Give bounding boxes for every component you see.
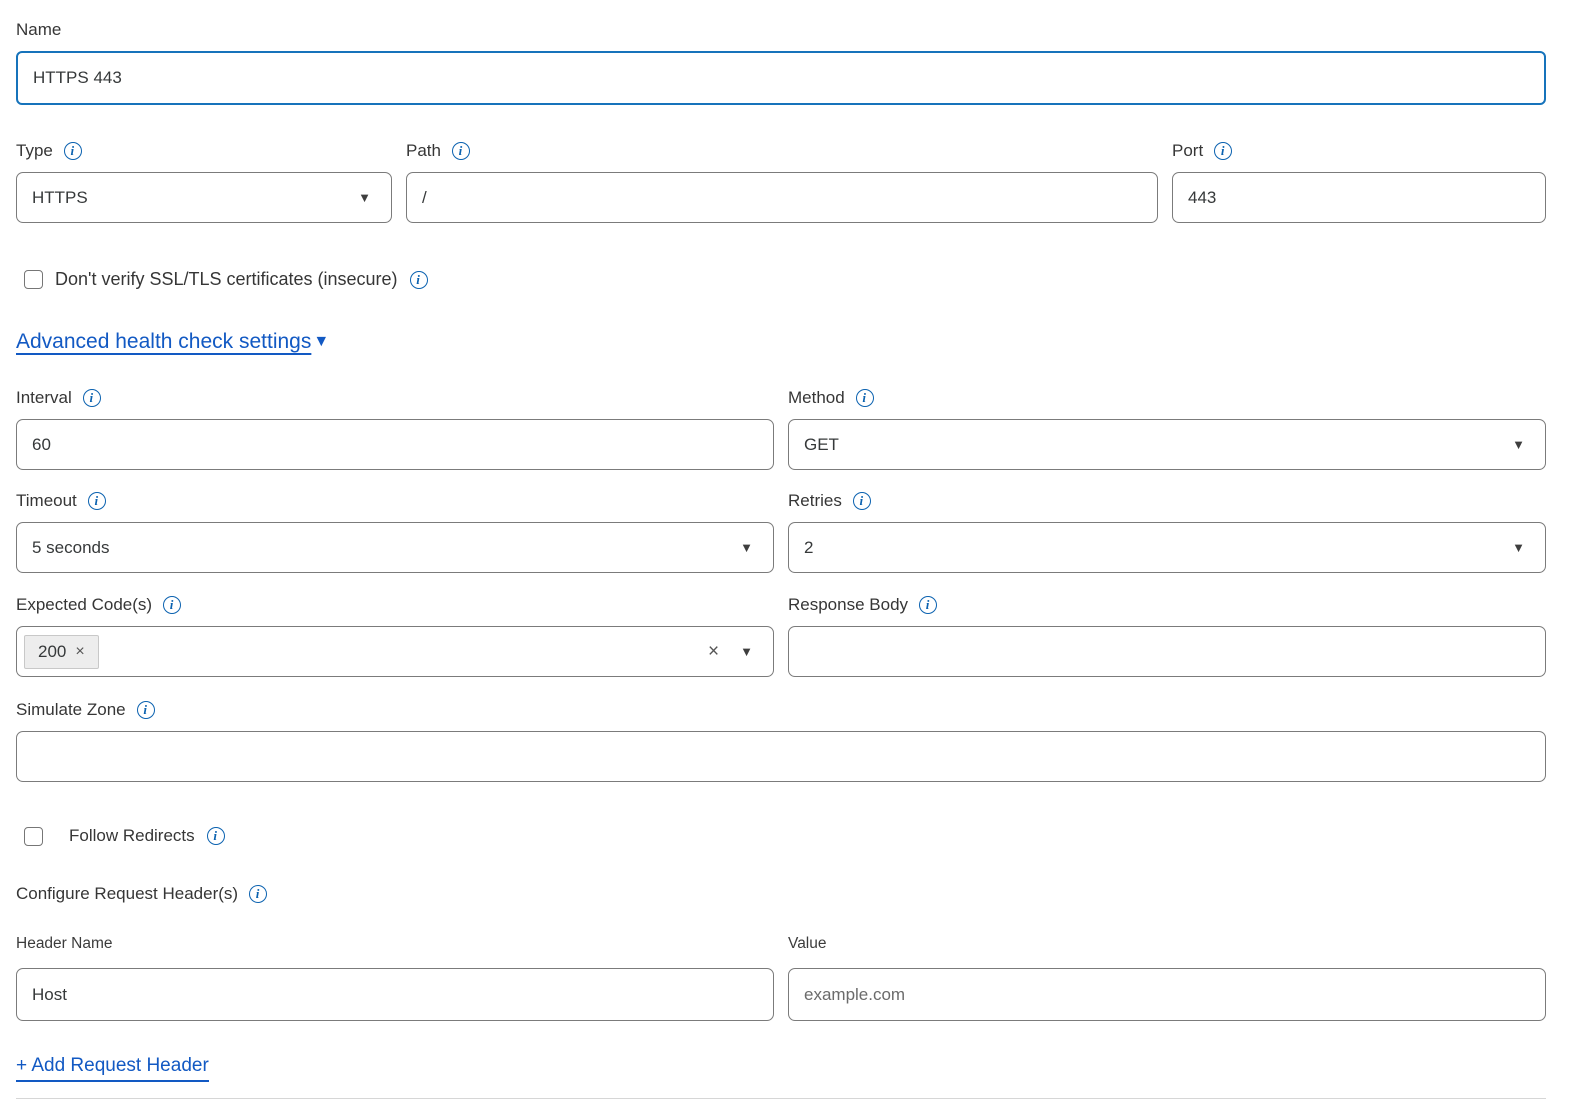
request-headers-section: Configure Request Header(s) i Header Nam… [16,882,1546,1082]
method-field: Method i GET ▼ [788,386,1546,470]
type-field: Type i HTTPS ▼ [16,139,392,223]
interval-info-icon[interactable]: i [83,389,101,407]
path-label: Path i [406,139,1158,163]
chevron-down-icon: ▼ [1512,541,1525,554]
request-headers-title: Configure Request Header(s) i [16,882,1546,906]
expected-codes-field: Expected Code(s) i 200 × × ▼ [16,593,774,677]
path-label-text: Path [406,139,441,163]
path-info-icon[interactable]: i [452,142,470,160]
chevron-down-icon: ▼ [740,645,753,658]
expected-codes-label: Expected Code(s) i [16,593,774,617]
response-body-label: Response Body i [788,593,1546,617]
name-input[interactable] [16,51,1546,105]
port-input[interactable] [1172,172,1546,223]
port-info-icon[interactable]: i [1214,142,1232,160]
method-info-icon[interactable]: i [856,389,874,407]
chevron-down-icon: ▼ [1512,438,1525,451]
timeout-label: Timeout i [16,489,774,513]
simulate-zone-info-icon[interactable]: i [137,701,155,719]
ssl-verify-row: Don't verify SSL/TLS certificates (insec… [24,269,1546,290]
expected-codes-info-icon[interactable]: i [163,596,181,614]
response-body-label-text: Response Body [788,593,908,617]
ssl-verify-checkbox[interactable] [24,270,43,289]
simulate-zone-label: Simulate Zone i [16,698,1546,722]
expected-codes-multiselect[interactable]: 200 × × ▼ [16,626,774,677]
code-tag-text: 200 [38,642,66,662]
method-select[interactable]: GET ▼ [788,419,1546,470]
interval-method-row: Interval i Method i GET ▼ [16,386,1546,470]
method-label-text: Method [788,386,845,410]
path-field: Path i [406,139,1158,223]
add-request-header-link[interactable]: + Add Request Header [16,1055,209,1082]
header-name-label: Header Name [16,933,774,955]
caret-down-icon: ▼ [313,333,329,351]
follow-redirects-checkbox[interactable] [24,827,43,846]
type-select[interactable]: HTTPS ▼ [16,172,392,223]
name-field: Name [16,18,1546,105]
add-request-header-link-text: + Add Request Header [16,1055,209,1082]
type-info-icon[interactable]: i [64,142,82,160]
simulate-zone-label-text: Simulate Zone [16,698,126,722]
tag-remove-icon[interactable]: × [75,643,84,661]
follow-redirects-row: Follow Redirects i [24,826,1546,846]
interval-label-text: Interval [16,386,72,410]
interval-label: Interval i [16,386,774,410]
retries-info-icon[interactable]: i [853,492,871,510]
follow-redirects-label-text: Follow Redirects [69,826,195,846]
follow-redirects-label: Follow Redirects i [69,826,225,846]
simulate-zone-field: Simulate Zone i [16,698,1546,782]
request-headers-info-icon[interactable]: i [249,885,267,903]
interval-field: Interval i [16,386,774,470]
clear-all-icon[interactable]: × [708,642,719,661]
advanced-settings-link-text: Advanced health check settings [16,330,311,354]
timeout-retries-row: Timeout i 5 seconds ▼ Retries i 2 ▼ [16,489,1546,573]
header-value-input[interactable] [788,968,1546,1021]
port-label-text: Port [1172,139,1203,163]
advanced-settings-link[interactable]: Advanced health check settings ▼ [16,330,329,354]
retries-select-value: 2 [804,538,1512,558]
retries-label-text: Retries [788,489,842,513]
chevron-down-icon: ▼ [358,191,371,204]
header-row: Header Name Value [16,933,1546,1021]
section-divider [16,1098,1546,1099]
method-select-value: GET [804,435,1512,455]
header-value-label: Value [788,933,1546,955]
header-name-field: Header Name [16,933,774,1021]
type-path-port-row: Type i HTTPS ▼ Path i Port i [16,139,1546,223]
request-headers-title-text: Configure Request Header(s) [16,882,238,906]
ssl-verify-label-text: Don't verify SSL/TLS certificates (insec… [55,269,398,290]
interval-input[interactable] [16,419,774,470]
type-label-text: Type [16,139,53,163]
method-label: Method i [788,386,1546,410]
timeout-select[interactable]: 5 seconds ▼ [16,522,774,573]
ssl-verify-info-icon[interactable]: i [410,271,428,289]
response-body-input[interactable] [788,626,1546,677]
timeout-info-icon[interactable]: i [88,492,106,510]
path-input[interactable] [406,172,1158,223]
type-label: Type i [16,139,392,163]
chevron-down-icon: ▼ [740,541,753,554]
header-value-field: Value [788,933,1546,1021]
follow-redirects-info-icon[interactable]: i [207,827,225,845]
ssl-verify-label: Don't verify SSL/TLS certificates (insec… [55,269,428,290]
timeout-select-value: 5 seconds [32,538,740,558]
port-label: Port i [1172,139,1546,163]
retries-field: Retries i 2 ▼ [788,489,1546,573]
simulate-zone-input[interactable] [16,731,1546,782]
timeout-field: Timeout i 5 seconds ▼ [16,489,774,573]
retries-label: Retries i [788,489,1546,513]
response-body-field: Response Body i [788,593,1546,677]
retries-select[interactable]: 2 ▼ [788,522,1546,573]
timeout-label-text: Timeout [16,489,77,513]
response-body-info-icon[interactable]: i [919,596,937,614]
name-label: Name [16,18,1546,42]
name-label-text: Name [16,18,61,42]
codes-body-row: Expected Code(s) i 200 × × ▼ Response Bo… [16,593,1546,677]
type-select-value: HTTPS [32,188,358,208]
header-name-input[interactable] [16,968,774,1021]
port-field: Port i [1172,139,1546,223]
code-tag: 200 × [24,635,99,669]
expected-codes-label-text: Expected Code(s) [16,593,152,617]
